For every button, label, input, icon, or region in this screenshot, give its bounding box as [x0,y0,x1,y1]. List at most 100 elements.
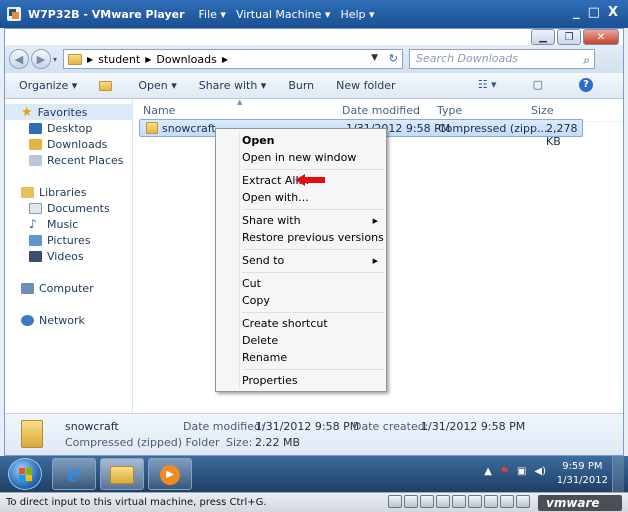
breadcrumb-separator-icon[interactable]: ▶ [87,55,93,64]
breadcrumb-separator-icon[interactable]: ▶ [222,55,228,64]
nav-pictures[interactable]: Pictures [5,232,132,248]
nav-videos[interactable]: Videos [5,248,132,264]
search-icon[interactable]: ⌕ [583,51,590,69]
nav-videos-label: Videos [47,249,84,263]
change-view-icon[interactable]: ☷ ▾ [478,78,497,92]
nav-computer-label: Computer [39,281,94,295]
nav-libraries-label: Libraries [39,185,87,199]
taskbar-windows-explorer[interactable] [100,458,144,490]
nav-documents-label: Documents [47,201,110,215]
submenu-arrow-icon: ▶ [372,257,378,265]
vmware-maximize-button[interactable]: □ [588,5,600,20]
menu-item-open-new-window[interactable]: Open in new window [242,150,356,166]
display-icon[interactable] [500,495,514,508]
refresh-icon[interactable]: ↻ [389,52,398,65]
address-bar[interactable]: ▶ student ▶ Downloads ▶ ▼ ↻ [63,49,404,69]
menu-item-properties[interactable]: Properties [242,373,298,389]
nav-downloads-label: Downloads [47,137,108,151]
tray-expand-icon[interactable]: ▲ [484,466,492,477]
column-header-date-modified[interactable]: Date modified [342,104,420,117]
nav-recent-places[interactable]: Recent Places [5,152,132,168]
new-folder-button[interactable]: New folder [336,79,395,92]
menu-item-share-with[interactable]: Share with [242,213,301,229]
nav-music-label: Music [47,217,79,231]
nav-favorites[interactable]: ★ Favorites [5,104,132,120]
help-icon[interactable]: ? [579,78,593,92]
vmware-window-controls: _ □ X [573,5,618,20]
network-adapter-icon[interactable] [436,495,450,508]
nav-desktop[interactable]: Desktop [5,120,132,136]
action-center-flag-icon[interactable]: ⚑ [500,466,509,477]
search-input[interactable]: Search Downloads ⌕ [409,49,596,69]
nav-computer[interactable]: Computer [5,280,132,296]
vmware-logo: vmware [538,495,622,511]
column-header-name[interactable]: Name [143,104,175,117]
nav-downloads[interactable]: Downloads [5,136,132,152]
vmware-menu-virtual-machine[interactable]: Virtual Machine ▾ [236,8,331,21]
floppy-icon[interactable] [420,495,434,508]
vmware-title-bar: W7P32B - VMware Player File ▾ Virtual Ma… [0,0,628,28]
taskbar-clock[interactable]: 9:59 PM 1/31/2012 [557,460,608,488]
music-icon: ♪ [29,217,37,231]
volume-icon[interactable]: ◀) [534,466,546,477]
nav-music[interactable]: ♪ Music [5,216,132,232]
zip-file-large-icon [21,420,43,448]
open-button[interactable]: Open ▾ [99,79,177,92]
menu-item-rename[interactable]: Rename [242,350,287,366]
back-button[interactable]: ◀ [9,49,29,69]
menu-item-delete[interactable]: Delete [242,333,278,349]
nav-favorites-label: Favorites [37,105,88,119]
address-dropdown-icon[interactable]: ▼ [371,53,378,63]
preview-pane-icon[interactable]: ▢ [533,78,543,92]
menu-item-cut[interactable]: Cut [242,276,261,292]
share-with-button[interactable]: Share with ▾ [199,79,267,92]
start-button[interactable] [8,458,42,490]
sound-card-icon[interactable] [468,495,482,508]
vmware-menu-file[interactable]: File ▾ [199,8,226,21]
details-size-label: Size: [226,436,253,449]
organize-button[interactable]: Organize ▾ [19,79,77,92]
column-header-type[interactable]: Type [437,104,462,117]
vmware-menu-help[interactable]: Help ▾ [340,8,374,21]
nav-documents[interactable]: Documents [5,200,132,216]
breadcrumb-separator-icon[interactable]: ▶ [145,55,151,64]
taskbar-internet-explorer[interactable]: e [52,458,96,490]
cd-drive-icon[interactable] [404,495,418,508]
column-header-size[interactable]: Size [531,104,554,117]
printer-icon[interactable] [452,495,466,508]
vmware-close-button[interactable]: X [608,5,618,20]
vmware-app-icon [7,7,21,21]
explorer-restore-button[interactable]: ❐ [557,29,581,45]
menu-item-open-with[interactable]: Open with... [242,190,309,206]
menu-item-open[interactable]: Open [242,133,275,149]
nav-network[interactable]: Network [5,312,132,328]
explorer-close-button[interactable]: ✕ [583,29,619,45]
nav-network-label: Network [39,313,85,327]
vmware-status-bar: To direct input to this virtual machine,… [0,492,628,512]
windows-taskbar: e ▶ ▲ ⚑ ▣ ◀) 9:59 PM 1/31/2012 [0,456,628,492]
documents-icon [29,202,42,214]
menu-item-copy[interactable]: Copy [242,293,270,309]
breadcrumb-downloads[interactable]: Downloads [156,53,216,66]
serial-port-icon[interactable] [516,495,530,508]
usb-icon[interactable] [484,495,498,508]
windows-logo-icon [19,468,32,481]
forward-button[interactable]: ▶ [31,49,51,69]
hard-disk-icon[interactable] [388,495,402,508]
details-file-name: snowcraft [65,420,119,433]
breadcrumb-student[interactable]: student [98,53,140,66]
recent-pages-dropdown-icon[interactable]: ▾ [53,55,57,64]
vmware-minimize-button[interactable]: _ [573,5,580,20]
explorer-minimize-button[interactable]: ▁ [531,29,555,45]
show-desktop-button[interactable] [612,456,624,492]
nav-libraries[interactable]: Libraries [5,184,132,200]
menu-separator [242,312,384,313]
taskbar-media-player[interactable]: ▶ [148,458,192,490]
videos-icon [29,250,42,262]
menu-item-send-to[interactable]: Send to [242,253,284,269]
recent-places-icon [29,154,42,166]
burn-button[interactable]: Burn [288,79,314,92]
menu-item-restore-previous-versions[interactable]: Restore previous versions [242,230,384,246]
network-tray-icon[interactable]: ▣ [517,466,526,477]
menu-item-create-shortcut[interactable]: Create shortcut [242,316,328,332]
